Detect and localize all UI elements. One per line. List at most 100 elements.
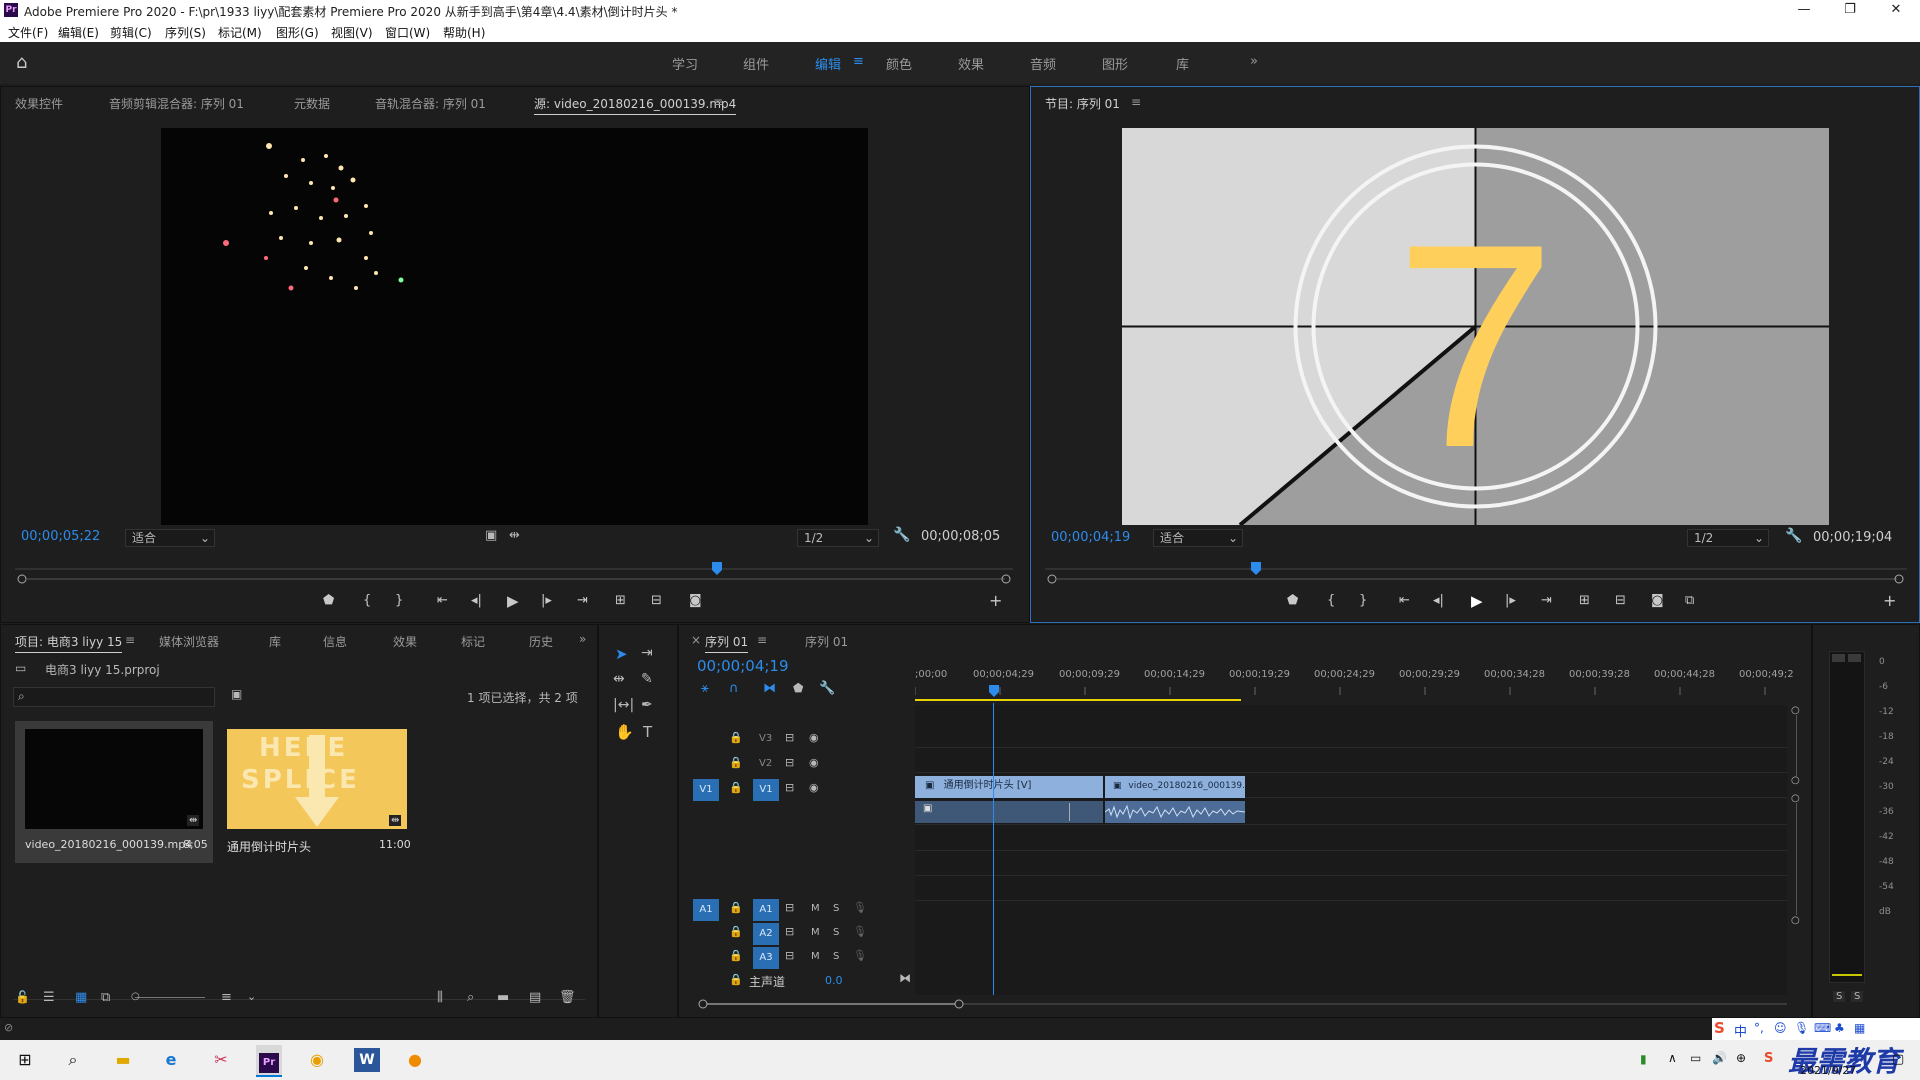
vertical-scrollbar[interactable] (1796, 803, 1797, 915)
eye-icon[interactable]: ◉ (809, 756, 819, 769)
workspace-tab-libraries[interactable]: 库 (1176, 54, 1189, 73)
menu-marker[interactable]: 标记(M) (218, 24, 262, 41)
horizontal-scrollbar[interactable] (695, 997, 1795, 1011)
tab-info[interactable]: 信息 (323, 633, 347, 650)
search-icon[interactable]: ⌕ (60, 1048, 86, 1072)
program-resolution-select[interactable]: 1/2 ⌄ (1687, 529, 1769, 547)
punctuation-icon[interactable]: °, (1754, 1021, 1764, 1035)
go-to-in-icon[interactable]: ⇤ (1399, 593, 1410, 608)
export-frame-icon[interactable]: ◙ (1651, 593, 1664, 608)
edge-icon[interactable]: e (158, 1048, 184, 1072)
lock-icon[interactable]: 🔒 (729, 901, 743, 914)
eye-icon[interactable]: ◉ (809, 731, 819, 744)
microphone-icon[interactable]: 🎙 (853, 925, 867, 938)
emoji-icon[interactable]: ☺ (1774, 1021, 1787, 1035)
solo-right-button[interactable]: S (1851, 991, 1864, 1002)
step-forward-icon[interactable]: |▸ (1505, 593, 1516, 608)
tab-sequence-01-active[interactable]: 序列 01 (705, 633, 749, 653)
linked-selection-icon[interactable]: ⧓ (763, 681, 776, 696)
scroll-handle-icon[interactable]: ○ (1791, 915, 1800, 926)
panel-overflow-icon[interactable]: » (579, 632, 586, 646)
panel-menu-icon[interactable]: ≡ (1131, 95, 1141, 109)
tray-date[interactable]: 2021/9/27 (1800, 1064, 1856, 1077)
export-frame-icon[interactable]: ◙ (689, 593, 702, 608)
source-patch-v1[interactable]: V1 (693, 779, 719, 801)
sync-lock-icon[interactable]: ⊟ (785, 731, 794, 744)
new-search-bin-icon[interactable]: ▣ (231, 687, 242, 701)
step-back-icon[interactable]: ◂| (1433, 593, 1444, 608)
razor-tool-icon[interactable]: ✎ (641, 671, 653, 687)
tab-program[interactable]: 节目: 序列 01 (1045, 95, 1120, 114)
tab-history[interactable]: 历史 (529, 633, 553, 650)
workspace-tab-audio[interactable]: 音频 (1030, 54, 1056, 73)
mute-button[interactable]: M (811, 903, 820, 914)
track-area[interactable]: ▣ 通用倒计时片头 [V] ▣ video_20180216_000139. ▣ (915, 703, 1787, 995)
workspace-tab-effects[interactable]: 效果 (958, 54, 984, 73)
lock-icon[interactable]: 🔒 (729, 949, 743, 962)
tab-audio-track-mixer[interactable]: 音轨混合器: 序列 01 (375, 95, 486, 112)
nest-icon[interactable]: ⚹ (701, 681, 709, 696)
step-forward-icon[interactable]: |▸ (541, 593, 552, 608)
program-timecode[interactable]: 00;00;04;19 (1051, 530, 1130, 545)
chrome-icon[interactable]: ◉ (304, 1048, 330, 1072)
add-marker-icon[interactable]: ⬟ (1287, 593, 1298, 608)
lock-icon[interactable]: 🔒 (729, 731, 743, 744)
workspace-overflow-icon[interactable]: » (1250, 54, 1258, 69)
microphone-icon[interactable]: 🎙 (853, 949, 867, 962)
sogou-tray-icon[interactable]: S (1764, 1051, 1773, 1066)
sync-lock-icon[interactable]: ⊟ (785, 901, 794, 914)
list-view-icon[interactable]: ☰ (43, 990, 55, 1005)
tab-source[interactable]: 源: video_20180216_000139.mp4 (534, 95, 737, 115)
mark-out-icon[interactable]: } (1359, 593, 1367, 608)
sort-icon[interactable]: ≡ (221, 990, 232, 1005)
go-to-out-icon[interactable]: ⇥ (1541, 593, 1552, 608)
skin-icon[interactable]: ♣ (1834, 1021, 1845, 1035)
project-item-countdown[interactable]: HERE SPLICE ⇹ 通用倒计时片头 11:00 (223, 721, 413, 863)
source-patch-a1[interactable]: A1 (693, 899, 719, 921)
workspace-tab-learn[interactable]: 学习 (672, 54, 698, 73)
new-item-icon[interactable]: ▤ (529, 990, 541, 1005)
workspace-menu-icon[interactable]: ≡ (853, 54, 864, 69)
minimize-button[interactable]: — (1784, 0, 1824, 20)
insert-overwrite-icon[interactable]: ▣ (485, 528, 497, 543)
tab-audio-clip-mixer[interactable]: 音频剪辑混合器: 序列 01 (109, 95, 244, 112)
find-icon[interactable]: ⌕ (467, 990, 474, 1005)
file-explorer-icon[interactable]: ▬ (110, 1048, 136, 1072)
track-target-a1[interactable]: A1 (753, 899, 779, 921)
step-back-icon[interactable]: ◂| (471, 593, 482, 608)
time-ruler[interactable]: ;00;00 00;00;04;29 00;00;09;29 00;00;14;… (915, 667, 1794, 703)
overwrite-icon[interactable]: ⊟ (651, 593, 662, 608)
master-volume-value[interactable]: 0.0 (825, 974, 843, 987)
clip-fireworks-audio[interactable] (1105, 801, 1245, 823)
timeline-timecode[interactable]: 00;00;04;19 (697, 657, 789, 675)
selection-tool-icon[interactable]: ➤ (615, 645, 628, 663)
ime-mode[interactable]: 中 (1734, 1021, 1747, 1040)
drag-video-icon[interactable]: ⇹ (509, 528, 520, 543)
hand-tool-icon[interactable]: ✋ (615, 723, 634, 741)
sync-lock-icon[interactable]: ⊟ (785, 756, 794, 769)
play-icon[interactable]: ▶ (1471, 592, 1483, 610)
automate-to-sequence-icon[interactable]: ⫼ (437, 990, 443, 1005)
tab-markers[interactable]: 标记 (461, 633, 485, 650)
solo-button[interactable]: S (833, 903, 839, 914)
panel-menu-icon[interactable]: ≡ (757, 633, 767, 647)
sync-lock-icon[interactable]: ⊟ (785, 949, 794, 962)
ime-tray-icon[interactable]: ⊕ (1736, 1051, 1746, 1065)
premiere-taskbar-button[interactable]: Pr (256, 1045, 282, 1077)
type-tool-icon[interactable]: T (643, 723, 652, 741)
track-target-v1[interactable]: V1 (753, 779, 779, 801)
tab-effects[interactable]: 效果 (393, 633, 417, 650)
source-zoom-select[interactable]: 适合 ⌄ (125, 529, 215, 547)
keyboard-icon[interactable]: ⌨ (1814, 1021, 1831, 1035)
workspace-tab-color[interactable]: 颜色 (886, 54, 912, 73)
mute-button[interactable]: M (811, 927, 820, 938)
source-timecode[interactable]: 00;00;05;22 (21, 529, 100, 544)
volume-icon[interactable]: 🔊 (1712, 1051, 1727, 1065)
microphone-icon[interactable]: 🎙 (853, 901, 867, 914)
zoom-slider[interactable] (135, 997, 205, 998)
word-icon[interactable]: W (354, 1048, 380, 1072)
lock-icon[interactable]: 🔒 (729, 973, 743, 986)
add-button-icon[interactable]: + (989, 591, 1002, 610)
add-marker-icon[interactable]: ⬟ (793, 681, 803, 695)
network-icon[interactable]: ▭ (1690, 1051, 1701, 1065)
